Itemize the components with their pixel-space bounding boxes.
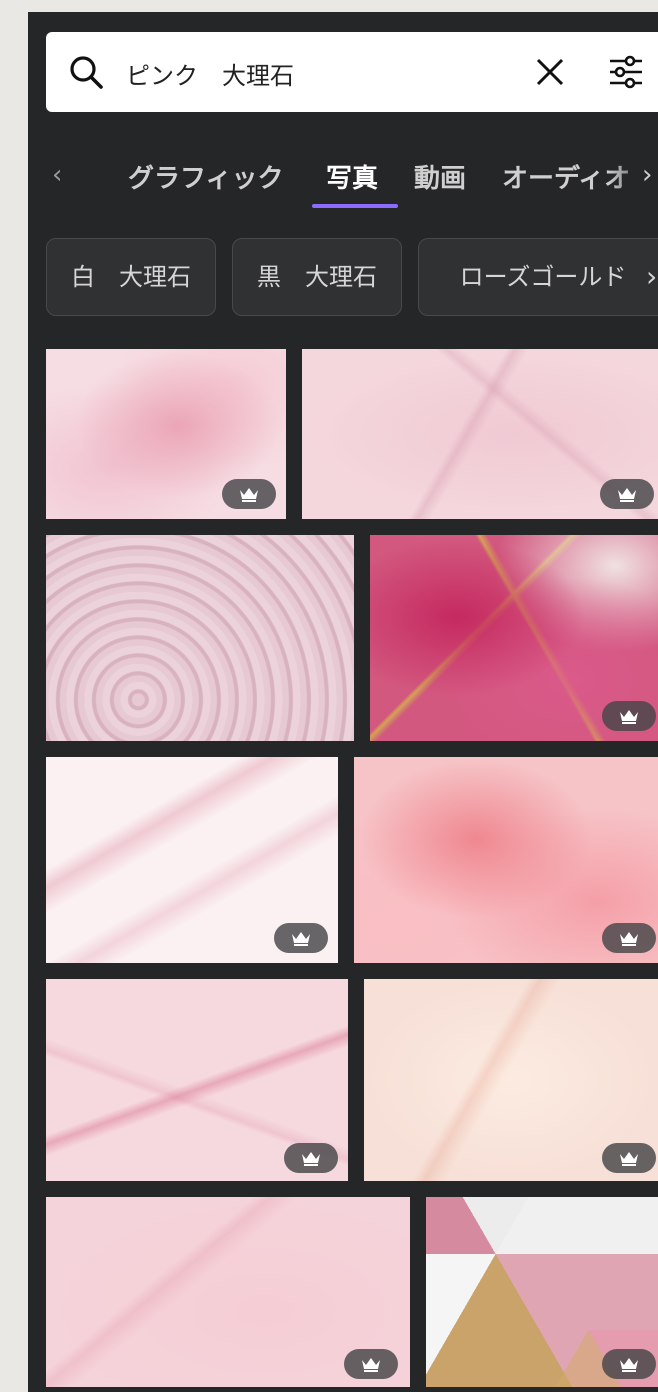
chip-rose-gold[interactable]: ローズゴールド (418, 238, 658, 316)
crown-icon (602, 923, 656, 953)
image-tile-6[interactable] (354, 757, 658, 963)
suggestion-chips: 白 大理石 黒 大理石 ローズゴールド › (46, 238, 658, 318)
chevron-right-icon[interactable]: › (642, 160, 652, 190)
close-icon[interactable] (532, 54, 568, 90)
crown-icon (602, 1143, 656, 1173)
image-tile-2[interactable] (302, 349, 658, 519)
sliders-icon[interactable] (606, 52, 646, 92)
chevron-left-icon[interactable]: ‹ (52, 160, 62, 190)
image-tile-5[interactable] (46, 757, 338, 963)
media-type-tabs: ‹ グラフィック 写真 動画 オーディオ › (28, 138, 658, 228)
crown-icon (222, 479, 276, 509)
image-tile-8[interactable] (364, 979, 658, 1181)
search-input[interactable] (124, 50, 508, 96)
crown-icon (274, 923, 328, 953)
crown-icon (602, 1349, 656, 1379)
tab-photos[interactable]: 写真 (326, 158, 378, 195)
image-tile-10[interactable] (426, 1197, 658, 1387)
image-tile-7[interactable] (46, 979, 348, 1181)
chip-white-marble[interactable]: 白 大理石 (46, 238, 216, 316)
crown-icon (344, 1349, 398, 1379)
crown-icon (602, 701, 656, 731)
tab-graphics[interactable]: グラフィック (128, 158, 283, 195)
chip-black-marble[interactable]: 黒 大理石 (232, 238, 402, 316)
image-tile-1[interactable] (46, 349, 286, 519)
chevron-right-icon[interactable]: › (646, 260, 657, 293)
crown-icon (600, 479, 654, 509)
crown-icon (284, 1143, 338, 1173)
search-bar (46, 32, 658, 112)
image-search-panel: ‹ グラフィック 写真 動画 オーディオ › 白 大理石 黒 大理石 ローズゴー… (28, 12, 658, 1392)
active-tab-indicator (312, 204, 398, 208)
image-tile-9[interactable] (46, 1197, 410, 1387)
tab-videos[interactable]: 動画 (414, 158, 466, 195)
image-tile-3[interactable] (46, 535, 354, 741)
image-tile-4[interactable] (370, 535, 658, 741)
search-icon (70, 56, 103, 89)
